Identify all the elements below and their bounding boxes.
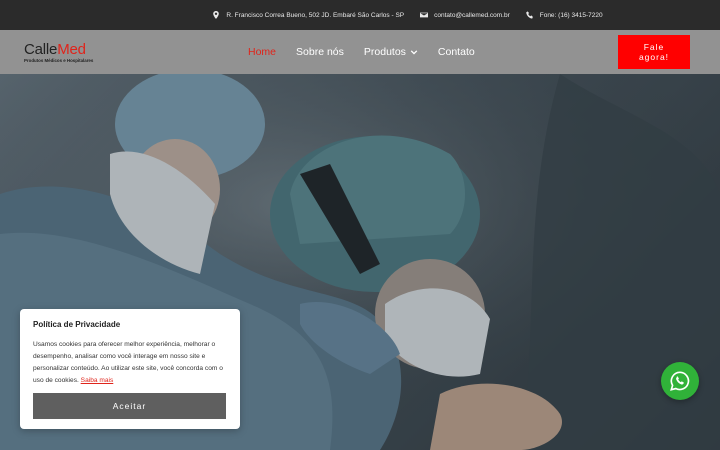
chevron-down-icon — [410, 50, 418, 55]
saiba-mais-link[interactable]: Saiba mais — [81, 377, 114, 384]
location-pin-icon — [213, 11, 220, 19]
whatsapp-icon — [670, 371, 690, 391]
email-info[interactable]: contato@callemed.com.br — [420, 11, 510, 19]
nav-produtos[interactable]: Produtos — [364, 46, 418, 58]
logo-tagline: Produtos Médicos e Hospitalares — [24, 58, 94, 63]
fale-agora-button[interactable]: Fale agora! — [618, 35, 690, 69]
address-info: R. Francisco Correa Bueno, 502 JD. Embar… — [212, 11, 404, 19]
envelope-icon — [420, 12, 429, 18]
logo-wordmark: CalleMed — [24, 41, 86, 58]
phone-icon — [525, 11, 533, 19]
cookie-title: Política de Privacidade — [33, 320, 121, 329]
accept-cookies-button[interactable]: Aceitar — [33, 393, 226, 419]
whatsapp-button[interactable] — [661, 362, 699, 400]
top-info-bar: R. Francisco Correa Bueno, 502 JD. Embar… — [0, 0, 720, 30]
site-header: CalleMed Produtos Médicos e Hospitalares… — [0, 30, 720, 74]
cookie-text: Usamos cookies para oferecer melhor expe… — [33, 341, 223, 384]
callemed-logo[interactable]: CalleMed Produtos Médicos e Hospitalares — [24, 42, 114, 64]
cookie-consent-dialog: Política de Privacidade Usamos cookies p… — [20, 309, 240, 429]
nav-contato[interactable]: Contato — [438, 46, 475, 58]
phone-info[interactable]: Fone: (16) 3415-7220 — [525, 11, 603, 19]
nav-sobre-nos[interactable]: Sobre nós — [296, 46, 344, 58]
phone-text[interactable]: Fone: (16) 3415-7220 — [540, 12, 603, 19]
address-text: R. Francisco Correa Bueno, 502 JD. Embar… — [226, 11, 405, 19]
email-text[interactable]: contato@callemed.com.br — [434, 12, 510, 19]
nav-produtos-label: Produtos — [363, 46, 406, 58]
nav-home[interactable]: Home — [248, 46, 276, 58]
main-nav: Home Sobre nós Produtos Contato — [248, 30, 475, 74]
